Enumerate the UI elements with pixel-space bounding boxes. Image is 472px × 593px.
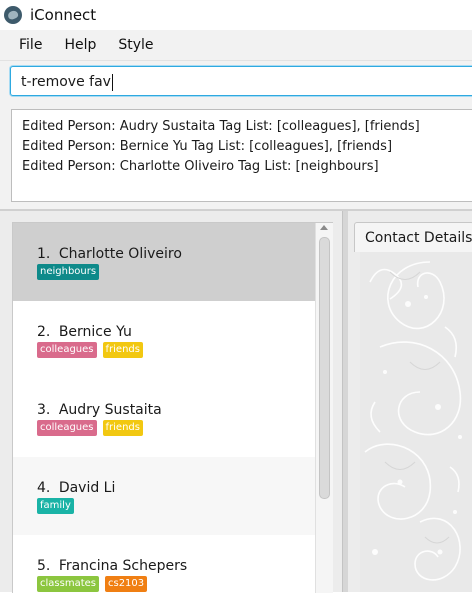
person-index: 3. <box>37 402 51 418</box>
chevron-up-icon[interactable] <box>320 225 328 230</box>
person-name: Bernice Yu <box>58 324 132 340</box>
person-card[interactable]: 5. Francina Schepers classmates cs2103 <box>13 535 315 593</box>
person-list: 1. Charlotte Oliveiro neighbours 2. Bern… <box>12 222 333 593</box>
tag-list: colleagues friends <box>37 420 315 436</box>
result-display[interactable]: Edited Person: Audry Sustaita Tag List: … <box>11 109 472 202</box>
tag-list: family <box>37 498 315 514</box>
scrollbar-thumb[interactable] <box>319 237 330 499</box>
menu-style[interactable]: Style <box>107 30 164 60</box>
tag-list: neighbours <box>37 264 315 280</box>
person-list-pane: 1. Charlotte Oliveiro neighbours 2. Bern… <box>0 211 342 593</box>
result-line: Edited Person: Bernice Yu Tag List: [col… <box>22 139 393 154</box>
menu-bar: File Help Style <box>0 30 472 61</box>
tag-badge: family <box>37 498 74 514</box>
person-index: 5. <box>37 558 51 574</box>
menu-file[interactable]: File <box>8 30 53 60</box>
tag-badge: colleagues <box>37 342 97 358</box>
command-input[interactable]: t-remove fav <box>10 66 472 96</box>
paisley-background-image <box>360 252 472 592</box>
tag-badge: neighbours <box>37 264 100 280</box>
command-text: t-remove fav <box>21 74 111 90</box>
result-area: Edited Person: Audry Sustaita Tag List: … <box>0 105 472 209</box>
window-title: iConnect <box>30 6 97 24</box>
person-name: David Li <box>58 480 116 496</box>
person-card[interactable]: 2. Bernice Yu colleagues friends <box>13 301 315 379</box>
main-split-pane: 1. Charlotte Oliveiro neighbours 2. Bern… <box>0 209 472 593</box>
command-area: t-remove fav <box>0 61 472 105</box>
person-card[interactable]: 4. David Li family <box>13 457 315 535</box>
person-name-row: 3. Audry Sustaita <box>37 400 315 420</box>
app-logo-icon <box>4 6 22 24</box>
person-name-row: 4. David Li <box>37 478 315 498</box>
result-line: Edited Person: Audry Sustaita Tag List: … <box>22 119 420 134</box>
tag-badge: colleagues <box>37 420 97 436</box>
person-card[interactable]: 3. Audry Sustaita colleagues friends <box>13 379 315 457</box>
contact-details-pane: Contact Details <box>348 211 472 592</box>
tag-list: classmates cs2103 <box>37 576 315 592</box>
tag-badge: cs2103 <box>104 576 148 592</box>
person-name-row: 2. Bernice Yu <box>37 322 315 342</box>
tag-badge: friends <box>102 420 143 436</box>
person-name-row: 5. Francina Schepers <box>37 556 315 576</box>
menu-help[interactable]: Help <box>53 30 107 60</box>
tag-list: colleagues friends <box>37 342 315 358</box>
person-name: Charlotte Oliveiro <box>58 246 182 262</box>
paisley-pattern <box>360 252 472 592</box>
person-index: 1. <box>37 246 51 262</box>
person-card[interactable]: 1. Charlotte Oliveiro neighbours <box>13 223 315 301</box>
tab-contact-details[interactable]: Contact Details <box>354 222 472 252</box>
person-index: 2. <box>37 324 51 340</box>
vertical-scrollbar[interactable] <box>315 223 333 593</box>
person-name: Audry Sustaita <box>58 402 162 418</box>
text-caret <box>111 73 113 91</box>
person-name: Francina Schepers <box>58 558 188 574</box>
tag-badge: classmates <box>37 576 99 592</box>
result-line: Edited Person: Charlotte Oliveiro Tag Li… <box>22 159 379 174</box>
title-bar: iConnect <box>0 0 472 30</box>
person-index: 4. <box>37 480 51 496</box>
person-name-row: 1. Charlotte Oliveiro <box>37 244 315 264</box>
tag-badge: friends <box>102 342 143 358</box>
